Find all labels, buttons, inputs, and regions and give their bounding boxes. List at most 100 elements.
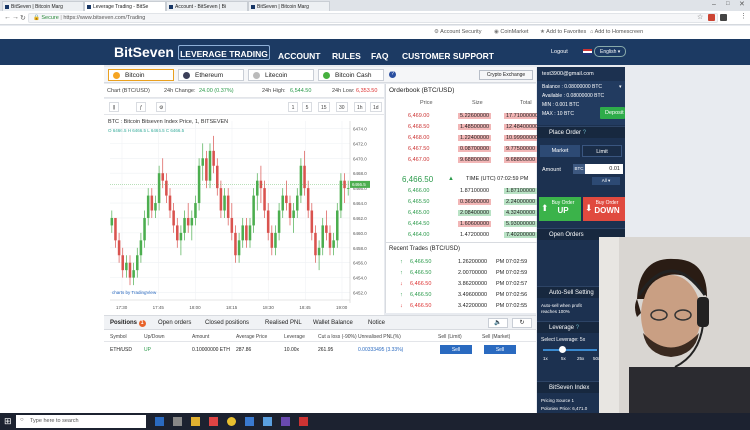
lev-option[interactable]: 25x [577,356,584,361]
bid-row[interactable]: 6,464.00 1.47200000 7.40200000 [386,231,538,240]
minimize-icon[interactable]: – [712,1,716,8]
app-icon[interactable] [263,417,272,426]
ask-row[interactable]: 6,469.00 5.22600000 17.71000000 [386,112,541,121]
bid-size: 0.36900000 [458,199,492,205]
ask-row[interactable]: 6,468.50 1.48500000 12.48400000 [386,123,541,132]
maximize-icon[interactable]: □ [726,1,730,7]
bid-row[interactable]: 6,465.00 2.08400000 4.32400000 [386,209,538,218]
add-favorites-link[interactable]: ★ Add to Favorites [540,29,586,35]
tab-bitcoin-cash[interactable]: Bitcoin Cash [318,69,384,81]
chrome-icon[interactable] [227,417,236,426]
interval-1h[interactable]: 1h [354,102,366,112]
deposit-button[interactable]: Deposit [600,107,625,119]
tab-open-orders[interactable]: Open orders [158,320,191,326]
logo[interactable]: BitSeven [114,44,174,60]
browser-tab[interactable]: BitSeven | Bitcoin Marg [248,1,330,11]
tab-litecoin[interactable]: Litecoin [248,69,314,81]
caret-down-icon[interactable]: ▾ [619,84,622,90]
app-icon[interactable] [281,417,290,426]
market-tab[interactable]: Market [540,145,580,157]
crypto-exchange-button[interactable]: Crypto Exchange [479,70,533,80]
store-icon[interactable] [173,417,182,426]
url-field[interactable]: 🔒 Secure | https://www.bitseven.com/Trad… [28,13,718,23]
ask-size: 5.22600000 [458,113,492,119]
tab-wallet-balance[interactable]: Wallet Balance [313,320,353,326]
bid-row[interactable]: 6,466.00 1.87100000 1.87100000 [386,187,538,196]
coinmarket-link[interactable]: ◉ CoinMarket [494,29,528,35]
trade-size: 3.86200000 [458,281,488,287]
tab-closed-positions[interactable]: Closed positions [205,320,249,326]
chart-toolbar: ⫼ ƒ ⚙ 1 5 15 30 1h 1d [104,99,384,115]
bid-size: 1.47200000 [460,232,490,238]
tab-bitcoin[interactable]: Bitcoin [108,69,174,81]
browser-tab[interactable]: Account - BitSeven | Bi [166,1,248,11]
language-select[interactable]: English ▾ [594,46,626,57]
tab-notice[interactable]: Notice [368,320,385,326]
tradingview-credit[interactable]: charts by TradingView [112,290,156,295]
help-icon[interactable]: ? [389,71,396,78]
indicators-icon[interactable]: ƒ [136,102,146,112]
candle-body [168,195,172,211]
tab-positions[interactable]: Positions 1 [110,320,146,327]
bid-row[interactable]: 6,465.50 0.36900000 2.24000000 [386,198,538,207]
close-icon[interactable]: ✕ [739,0,745,8]
nav-leverage-trading[interactable]: LEVERAGE TRADING [178,45,270,60]
help-icon[interactable]: ? [583,130,586,136]
nav-rules[interactable]: RULES [332,48,361,63]
sell-market-button[interactable]: Sell [484,345,516,354]
app-icon[interactable] [209,417,218,426]
sound-icon[interactable]: 🔈 [488,318,508,328]
add-homescreen-link[interactable]: ⌂ Add to Homescreen [590,29,643,35]
logout-link[interactable]: Logout [551,49,568,55]
ask-row[interactable]: 6,467.00 9.68800000 9.68800000 [386,156,538,165]
ask-row[interactable]: 6,468.00 1.22400000 10.99900000 [386,134,541,143]
extension-icon[interactable] [720,14,727,21]
ask-size: 9.68800000 [458,157,492,163]
tab-label: BitSeven | Bitcoin Marg [257,4,309,10]
buy-up-button[interactable]: ⬆ Buy Order UP [539,197,581,221]
buy-down-button[interactable]: ⬇ Buy Order DOWN [583,197,625,221]
browser-tab-active[interactable]: Leverage Trading - BitSe [84,1,166,11]
candle-type-icon[interactable]: ⫼ [109,102,119,112]
windows-start-icon[interactable]: ⊞ [4,416,12,427]
nav-customer-support[interactable]: CUSTOMER SUPPORT [402,48,494,63]
nav-faq[interactable]: FAQ [371,48,388,63]
leverage-slider-handle[interactable] [559,346,566,353]
menu-icon[interactable]: ⋮ [740,12,747,20]
app-icon[interactable] [299,417,308,426]
settings-icon[interactable]: ⚙ [156,102,167,112]
leverage-slider[interactable] [543,349,597,351]
amount-input[interactable]: 0.01 [585,164,623,174]
sell-limit-button[interactable]: Sell [440,345,472,354]
crypto-exchange-label: Crypto Exchange [486,72,526,78]
all-button[interactable]: All ▾ [592,177,620,185]
edge-icon[interactable] [155,417,164,426]
tab-realised-pnl[interactable]: Realised PNL [265,320,302,326]
nav-account[interactable]: ACCOUNT [278,48,321,63]
interval-30m[interactable]: 30 [336,102,348,112]
price-chart[interactable]: BTC : Bitcoin Bitseven Index Price, 1, B… [104,115,384,315]
refresh-icon[interactable]: ↻ [512,318,532,328]
forward-icon[interactable]: → [12,14,19,21]
interval-15m[interactable]: 15 [318,102,330,112]
extension-icon[interactable] [708,14,715,21]
interval-5m[interactable]: 5 [302,102,312,112]
app-icon[interactable] [245,417,254,426]
interval-1d[interactable]: 1d [370,102,382,112]
help-icon[interactable]: ? [576,325,579,331]
browser-tab[interactable]: BitSeven | Bitcoin Marg [2,1,84,11]
lev-option[interactable]: 5x [561,356,566,361]
interval-1m[interactable]: 1 [288,102,298,112]
ask-row[interactable]: 6,467.50 0.08700000 9.77500000 [386,145,538,154]
folder-icon[interactable] [191,417,200,426]
reload-icon[interactable]: ↻ [20,14,26,22]
account-security-link[interactable]: ⚙ Account Security [434,29,481,35]
taskbar-search[interactable]: ○ Type here to search [16,415,146,428]
candle-body [183,217,186,233]
limit-tab[interactable]: Limit [582,145,622,157]
lev-option[interactable]: 1x [543,356,548,361]
bid-row[interactable]: 6,464.50 1.60600000 5.93000000 [386,220,538,229]
tab-ethereum[interactable]: Ethereum [178,69,244,81]
bookmark-star-icon[interactable]: ☆ [697,13,703,21]
back-icon[interactable]: ← [4,14,11,21]
